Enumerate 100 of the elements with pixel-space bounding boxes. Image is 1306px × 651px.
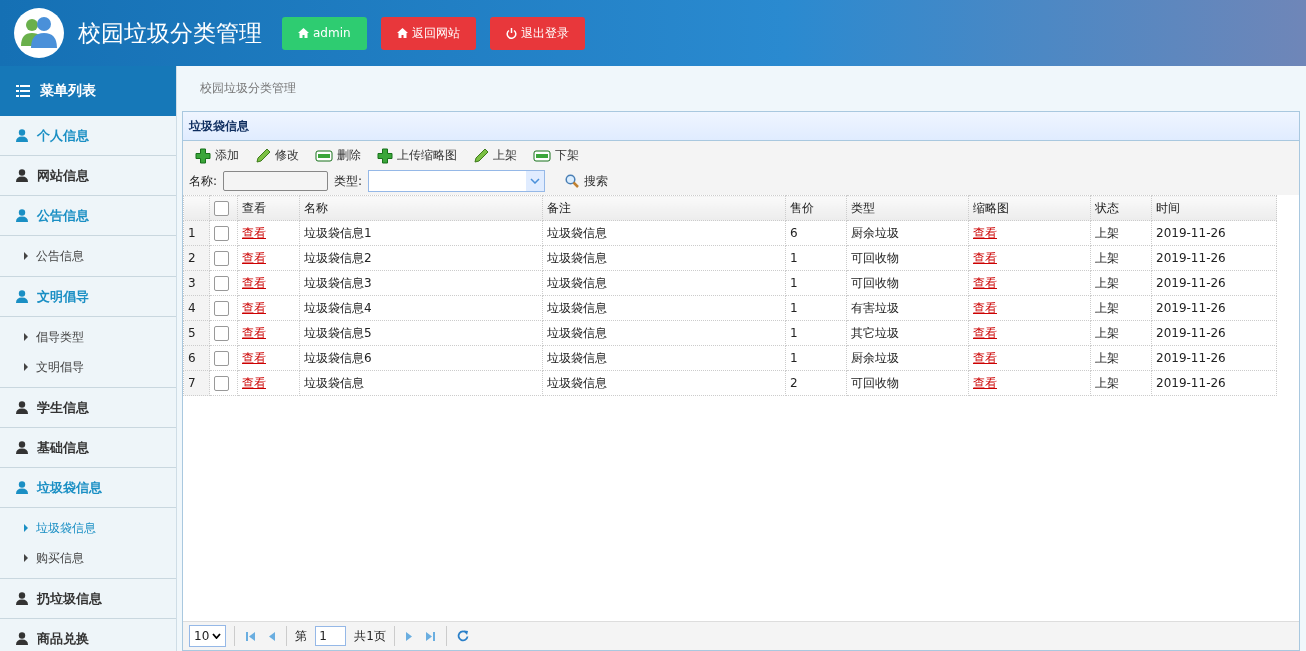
menu-item[interactable]: 倡导类型 [0,322,176,352]
menu-group[interactable]: 扔垃圾信息 [0,579,176,619]
table-cell: 上架 [1090,245,1152,271]
page-total: 共1页 [354,627,386,645]
table-cell: 6 [785,220,847,246]
view-link[interactable]: 查看 [973,375,997,390]
plus-icon [195,147,211,164]
checkbox[interactable] [214,200,229,216]
page-field[interactable]: 1 [315,626,347,646]
caret-icon [24,554,28,562]
column-header[interactable]: 备注 [542,195,786,221]
page-size-select[interactable]: 10 [189,625,227,647]
column-header[interactable]: 售价 [785,195,847,221]
view-link[interactable]: 查看 [973,300,997,315]
table-cell: 垃圾袋信息 [542,220,786,246]
table-cell: 垃圾袋信息 [542,270,786,296]
column-header[interactable]: 状态 [1090,195,1152,221]
search-icon [565,174,580,188]
toolbar-button[interactable]: 上传缩略图 [371,144,463,167]
table-cell: 有害垃圾 [846,295,969,321]
menu-group[interactable]: 学生信息 [0,388,176,428]
type-dropdown[interactable] [368,170,546,192]
table-cell: 垃圾袋信息 [542,370,786,396]
person-icon [16,290,28,303]
table-cell: 可回收物 [846,245,969,271]
column-header[interactable]: 缩略图 [968,195,1091,221]
column-header[interactable]: 查看 [237,195,300,221]
table-cell: 上架 [1090,320,1152,346]
toolbar-button[interactable]: 删除 [309,144,367,167]
row-number: 4 [183,295,210,321]
first-page-icon [245,630,257,642]
menu-group[interactable]: 基础信息 [0,428,176,468]
table-cell: 2019-11-26 [1151,245,1277,271]
caret-icon [24,363,28,371]
menu-item[interactable]: 购买信息 [0,543,176,573]
table-cell: 2019-11-26 [1151,320,1277,346]
power-icon [505,27,517,39]
view-link[interactable]: 查看 [973,325,997,340]
table-cell: 垃圾袋信息 [542,295,786,321]
caret-icon [24,252,28,260]
name-field[interactable] [223,171,329,191]
view-link[interactable]: 查看 [973,350,997,365]
menu-item[interactable]: 文明倡导 [0,352,176,382]
column-header[interactable]: 时间 [1151,195,1277,221]
table-cell: 垃圾袋信息 [542,320,786,346]
users-logo [14,8,64,58]
toolbar-button[interactable]: 修改 [249,144,305,167]
chevron-down-icon [530,178,541,184]
person-icon [16,441,28,454]
view-link[interactable]: 查看 [973,250,997,265]
table-cell: 2019-11-26 [1151,220,1277,246]
checkbox[interactable] [214,300,229,316]
person-icon [16,592,28,605]
breadcrumb[interactable]: 校园垃圾分类管理 [182,66,1300,111]
home-icon [298,28,309,38]
table-cell: 上架 [1090,220,1152,246]
table-cell: 厨余垃圾 [846,220,969,246]
caret-icon [24,333,28,341]
row-number: 1 [183,220,210,246]
search-button[interactable]: 搜索 [559,171,615,191]
menu-group[interactable]: 网站信息 [0,156,176,196]
panel-title: 垃圾袋信息 [183,112,1299,141]
menu-item[interactable]: 公告信息 [0,241,176,271]
toolbar-button[interactable]: 添加 [189,144,245,167]
column-header[interactable]: 类型 [846,195,969,221]
column-header[interactable]: 名称 [299,195,543,221]
minus-icon [315,149,333,162]
menu-group[interactable]: 商品兑换 [0,619,176,651]
table-cell: 垃圾袋信息6 [299,345,543,371]
last-page-icon [424,630,436,642]
table-cell: 1 [785,245,847,271]
table-cell: 垃圾袋信息2 [299,245,543,271]
table-cell: 可回收物 [846,370,969,396]
table-cell: 2019-11-26 [1151,270,1277,296]
view-link[interactable]: 查看 [973,225,997,240]
row-number: 2 [183,245,210,271]
view-link[interactable]: 查看 [973,275,997,290]
checkbox[interactable] [214,225,229,241]
header-button[interactable]: 返回网站 [380,16,476,50]
table-cell: 垃圾袋信息5 [299,320,543,346]
refresh-icon [456,630,469,642]
table-cell: 垃圾袋信息 [542,345,786,371]
checkbox[interactable] [214,275,229,291]
checkbox[interactable] [214,375,229,391]
checkbox[interactable] [214,350,229,366]
header-button[interactable]: 退出登录 [489,16,585,50]
pencil-icon [473,147,489,164]
toolbar-button[interactable]: 下架 [527,144,585,167]
row-number: 7 [183,370,210,396]
caret-icon [24,524,28,532]
table-cell: 上架 [1090,270,1152,296]
checkbox[interactable] [214,250,229,266]
table-cell: 可回收物 [846,270,969,296]
checkbox[interactable] [214,325,229,341]
toolbar-button[interactable]: 上架 [467,144,523,167]
person-icon [16,129,28,142]
table-cell: 其它垃圾 [846,320,969,346]
table-cell: 2019-11-26 [1151,295,1277,321]
person-icon [16,209,28,222]
app-title: 校园垃圾分类管理 [78,18,262,48]
